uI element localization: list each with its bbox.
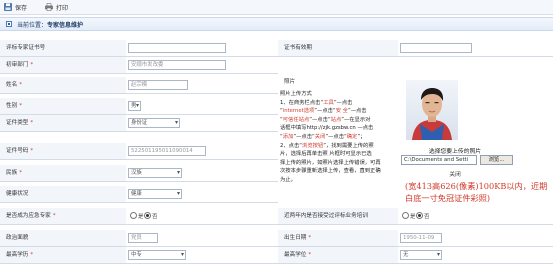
dept-input[interactable]: 安顺市发改委 <box>128 60 226 70</box>
gender-select[interactable]: 男 <box>128 101 141 111</box>
portrait-image <box>412 88 452 140</box>
emergency-label: 是否成为应急专家 * <box>0 208 126 225</box>
instructions-line: “添加”—点击“关闭”—点击“确定”； <box>280 133 366 140</box>
birth-label: 出生日期 * <box>278 230 398 247</box>
name-label: 姓名 * <box>0 77 126 94</box>
upload-prompt: 选择您要上传的照片 <box>428 149 482 155</box>
cert-valid-input[interactable] <box>400 43 472 53</box>
degree-cell: 无 <box>398 247 553 264</box>
nation-cell: 汉族 <box>126 165 278 182</box>
photo-size-note: (宽413高626(像素)100KB以内，近期白底一寸免冠证件彩照) <box>405 181 548 203</box>
cert-valid-label: 证书有效期 <box>278 40 398 57</box>
dept-cell: 安顺市发改委 <box>126 57 278 74</box>
emergency-cell: 是 否 <box>126 208 278 225</box>
instructions-line: 1、在商务栏点击“工具”—点击 <box>280 99 353 106</box>
cert-no-cell <box>126 40 278 57</box>
training-yes-radio[interactable]: 是 <box>402 212 415 220</box>
instructions-line: 择上传的照片，如照片选择上传错误，可再 <box>280 159 381 166</box>
file-picker: C:\Documents and Setti 浏览... <box>401 155 515 165</box>
education-cell: 中专 <box>126 247 278 264</box>
training-no-radio[interactable]: 否 <box>416 212 429 220</box>
print-label: 打印 <box>56 4 69 12</box>
politics-label: 政治面貌 <box>0 230 126 247</box>
name-input[interactable]: 赵宗模 <box>128 80 188 90</box>
education-label: 最高学历 * <box>0 247 126 264</box>
instructions-line: 2、点击“浏览按钮”，找到需要上传的照 <box>280 142 374 149</box>
politics-cell: 党员 <box>126 230 278 247</box>
cert-valid-cell <box>398 40 553 57</box>
gender-label: 性别 * <box>0 98 126 115</box>
print-icon <box>45 3 53 11</box>
save-label: 保存 <box>15 4 28 12</box>
breadcrumb-text: 当前位置：专家信息维护 <box>17 20 83 29</box>
gender-cell: 男 <box>126 98 278 115</box>
politics-input[interactable]: 党员 <box>128 233 158 243</box>
breadcrumb: 当前位置：专家信息维护 <box>0 17 553 31</box>
instructions-title: 照片上传方式 <box>280 91 312 97</box>
instructions-line: 话框中填写http://zjk.gzsbw.cn —点击 <box>280 125 374 132</box>
file-path-input[interactable]: C:\Documents and Setti <box>401 155 477 165</box>
degree-select[interactable]: 无 <box>400 250 442 260</box>
training-label: 近两年内是否接受过评标业务培训 <box>278 208 398 225</box>
id-type-select[interactable]: 身份证 <box>128 118 180 128</box>
browse-button[interactable]: 浏览... <box>480 155 513 165</box>
id-no-input[interactable]: 522501195011090014 <box>128 146 206 156</box>
health-select[interactable]: 健康 <box>128 189 182 199</box>
health-label: 健康状况 <box>0 186 126 203</box>
id-type-label: 证件类型 * <box>0 115 126 132</box>
name-cell: 赵宗模 <box>126 77 278 94</box>
close-link[interactable]: 关闭 <box>400 169 510 178</box>
location-icon <box>6 21 12 27</box>
birth-cell: 1950-11-09 <box>398 230 553 247</box>
training-cell: 是 否 <box>398 208 553 225</box>
photo-preview[interactable] <box>406 80 458 140</box>
id-type-cell: 身份证 <box>126 115 278 132</box>
degree-label: 最高学位 * <box>278 247 398 264</box>
birth-input[interactable]: 1950-11-09 <box>400 233 442 243</box>
emergency-yes-radio[interactable]: 是 <box>130 212 143 220</box>
instructions-line: “internet选项”—点击“安 全”—点击 <box>280 108 367 115</box>
id-no-label: 证件号码 * <box>0 143 126 160</box>
photo-upload-instructions: 照片上传方式 1、在商务栏点击“工具”—点击 “internet选项”—点击“安… <box>280 90 396 185</box>
photo-label: 照片 <box>284 79 296 85</box>
instructions-line: 次按本步骤重新选择上传，查看，直到正确 <box>280 168 381 175</box>
toolbar: 保存 打印 <box>0 0 553 15</box>
breadcrumb-current: 专家信息维护 <box>47 22 84 29</box>
nation-select[interactable]: 汉族 <box>128 168 182 178</box>
save-icon <box>4 3 12 11</box>
health-cell: 健康 <box>126 186 278 203</box>
education-select[interactable]: 中专 <box>128 250 186 260</box>
id-no-cell: 522501195011090014 <box>126 143 278 160</box>
print-button[interactable]: 打印 <box>45 2 68 12</box>
dept-right-cell <box>278 57 553 74</box>
emergency-no-radio[interactable]: 否 <box>144 212 157 220</box>
save-button[interactable]: 保存 <box>4 2 27 12</box>
breadcrumb-prefix: 当前位置： <box>17 22 48 29</box>
dept-label: 初审部门 * <box>0 57 126 74</box>
cert-no-input[interactable] <box>128 43 226 53</box>
cert-no-label: 评标专家证书号 <box>0 40 126 57</box>
instructions-line: 片，选择后再单击照 片框时可显示已选 <box>280 151 372 158</box>
instructions-line: “可信任站点”—点击“站点”—在显示对 <box>280 116 371 123</box>
instructions-line: 为止。 <box>280 176 296 183</box>
nation-label: 民族 * <box>0 165 126 182</box>
